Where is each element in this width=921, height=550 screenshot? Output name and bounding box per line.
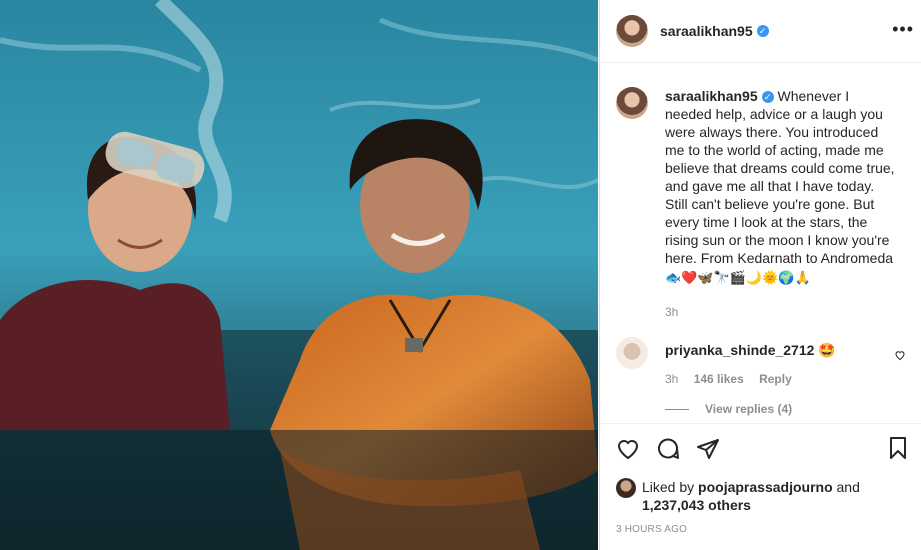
comment-body: priyanka_shinde_2712 🤩 3h 146 likes Repl… [665, 337, 836, 388]
comments-section[interactable]: saraalikhan95 ✓ Whenever I needed help, a… [600, 63, 921, 423]
comment-text: 🤩 [818, 342, 836, 358]
liker-avatar[interactable] [616, 478, 636, 498]
reply-button[interactable]: Reply [759, 372, 792, 386]
caption-time[interactable]: 3h [665, 305, 921, 319]
likes-summary: Liked by poojaprassadjourno and 1,237,04… [600, 464, 921, 514]
post-photo[interactable] [0, 0, 598, 550]
commenter-avatar[interactable] [616, 337, 648, 369]
comment-time[interactable]: 3h [665, 372, 678, 386]
likes-count[interactable]: 1,237,043 others [642, 497, 751, 513]
post-panel: saraalikhan95 ✓ ••• saraalikhan95 ✓ Whene… [599, 0, 921, 550]
post-header: saraalikhan95 ✓ ••• [600, 0, 921, 63]
commenter-username[interactable]: priyanka_shinde_2712 [665, 342, 814, 358]
liker-username[interactable]: poojaprassadjourno [698, 479, 833, 495]
action-bar [600, 424, 921, 464]
bookmark-icon[interactable] [886, 436, 910, 460]
verified-icon: ✓ [761, 91, 774, 104]
comment-heart-icon[interactable] [894, 349, 906, 361]
likes-suffix: and [836, 479, 860, 495]
view-replies-button[interactable]: View replies (4) [665, 402, 921, 416]
likes-prefix: Liked by [642, 479, 695, 495]
comment-icon[interactable] [656, 437, 680, 461]
caption: saraalikhan95 ✓ Whenever I needed help, a… [600, 63, 921, 287]
comment-meta: 3h 146 likes Reply [665, 370, 836, 388]
caption-text-block: saraalikhan95 ✓ Whenever I needed help, a… [665, 87, 897, 287]
comment-likes[interactable]: 146 likes [694, 372, 744, 386]
caption-avatar[interactable] [616, 87, 648, 119]
pool-scene-image [0, 0, 598, 550]
heart-icon[interactable] [616, 437, 640, 461]
post-footer: Liked by poojaprassadjourno and 1,237,04… [600, 423, 921, 550]
author-username[interactable]: saraalikhan95 [660, 23, 753, 39]
likes-text: Liked by poojaprassadjourno and 1,237,04… [642, 478, 860, 514]
share-icon[interactable] [696, 437, 720, 461]
caption-emojis: 🐟❤️🦋🔭🎬🌙🌞🌍🙏 [665, 270, 811, 285]
replies-divider [665, 408, 689, 410]
more-icon[interactable]: ••• [892, 20, 914, 38]
author-avatar[interactable] [616, 15, 648, 47]
caption-username[interactable]: saraalikhan95 [665, 88, 758, 104]
view-replies-label: View replies (4) [705, 402, 793, 416]
comment-item: priyanka_shinde_2712 🤩 3h 146 likes Repl… [600, 337, 921, 388]
caption-text: Whenever I needed help, advice or a laug… [665, 88, 895, 266]
post-timestamp[interactable]: 3 HOURS AGO [616, 524, 921, 535]
verified-icon: ✓ [756, 25, 769, 37]
